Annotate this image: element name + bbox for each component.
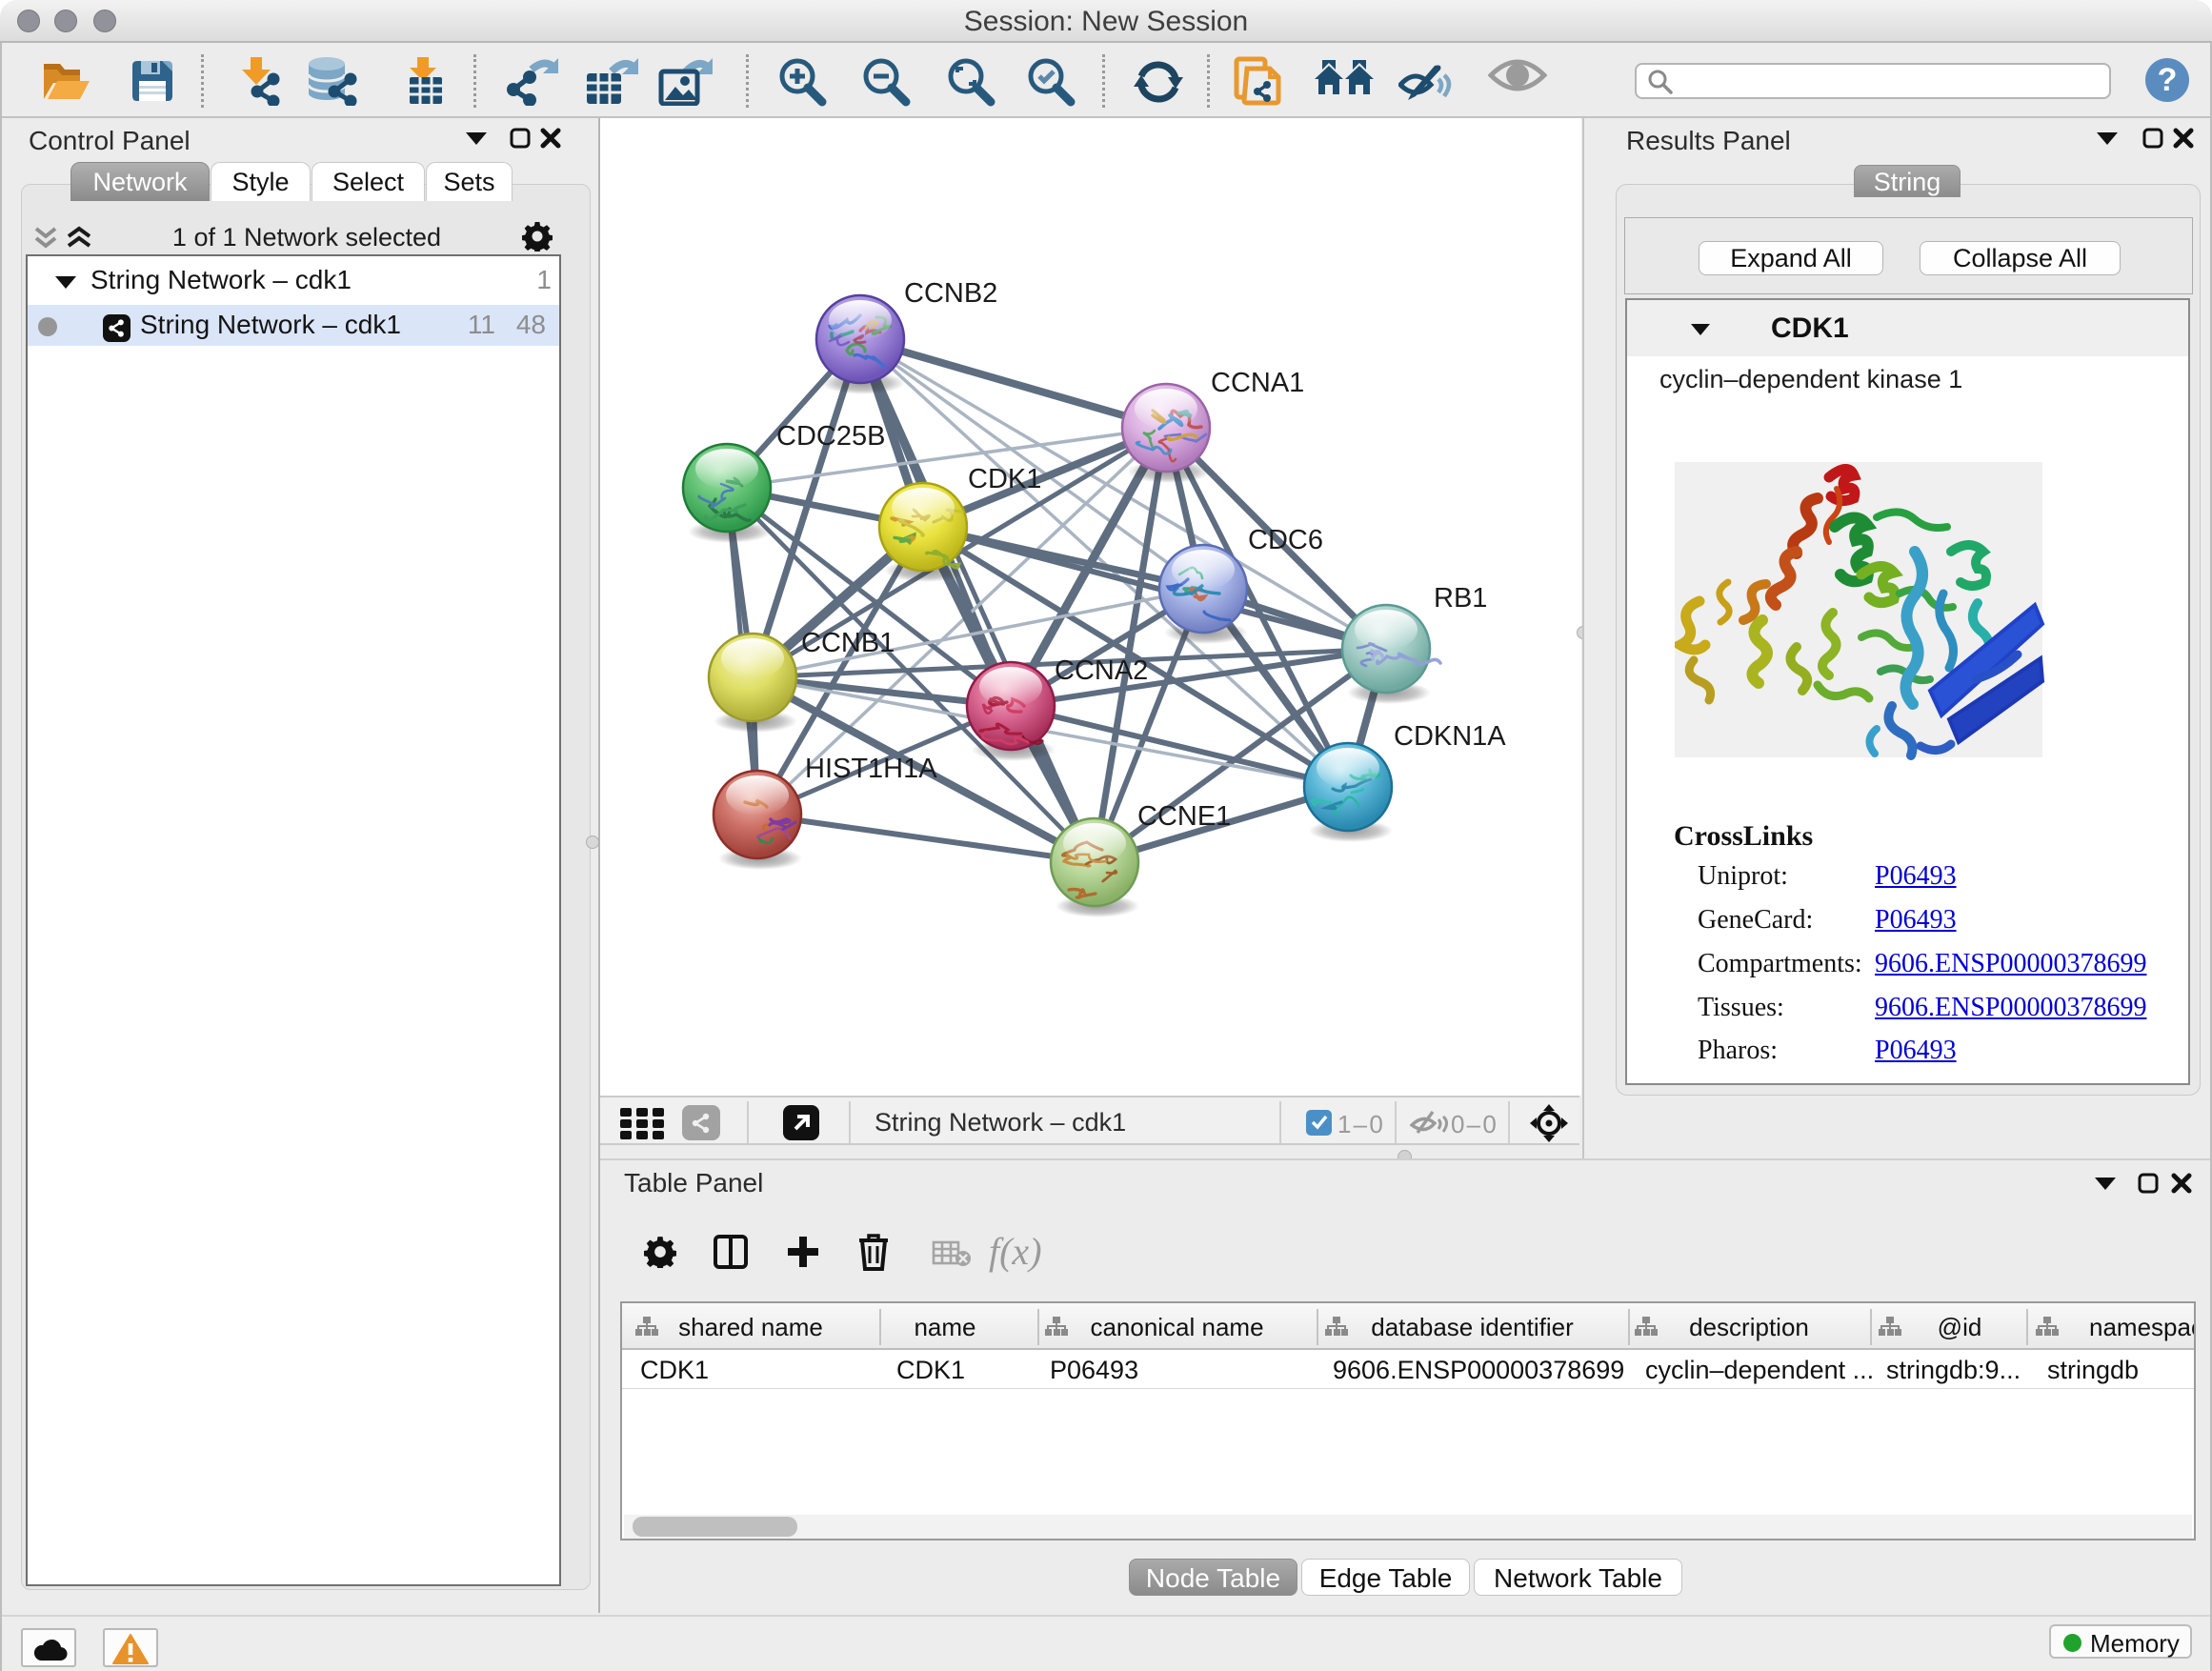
svg-text:HIST1H1A: HIST1H1A (805, 754, 937, 784)
svg-text:CCNB1: CCNB1 (801, 628, 895, 658)
svg-text:CDC25B: CDC25B (776, 421, 885, 452)
svg-text:CCNE1: CCNE1 (1137, 801, 1231, 832)
svg-text:CDK1: CDK1 (968, 464, 1041, 494)
svg-text:CDKN1A: CDKN1A (1394, 721, 1506, 752)
svg-text:CCNB2: CCNB2 (904, 278, 997, 309)
svg-text:CCNA1: CCNA1 (1211, 368, 1304, 398)
svg-text:RB1: RB1 (1434, 583, 1487, 614)
svg-text:CCNA2: CCNA2 (1055, 655, 1148, 686)
svg-text:CDC6: CDC6 (1248, 525, 1323, 555)
